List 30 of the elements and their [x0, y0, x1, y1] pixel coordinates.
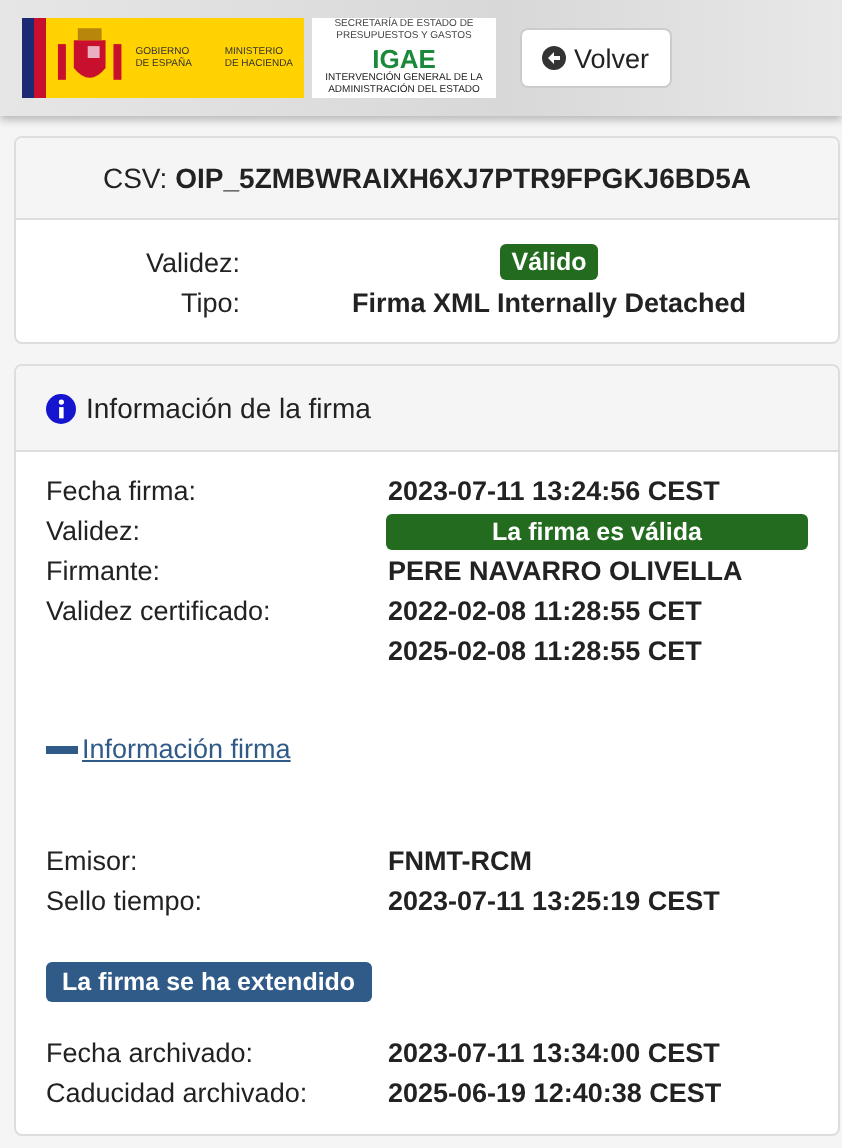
field-label: Fecha archivado:: [46, 1036, 256, 1072]
field-label: Emisor:: [46, 844, 140, 880]
field-value: 2022-02-08 11:28:55 CET: [388, 594, 702, 630]
logo-wordmark: IGAE: [372, 45, 436, 71]
section-title: Información de la firma: [86, 392, 371, 424]
status-badge: Válido: [499, 244, 599, 280]
field-label: Fecha firma:: [46, 474, 199, 510]
status-badge: La firma se ha extendido: [46, 962, 372, 1002]
status-badge: La firma es válida: [386, 514, 808, 550]
field-value: Firma XML Internally Detached: [351, 287, 747, 317]
field-value: 2023-07-11 13:24:56 CEST: [388, 474, 720, 510]
field-value: 2023-07-11 13:25:19 CEST: [388, 884, 720, 920]
csv-heading: CSV: OIP_5ZMBWRAIXH6XJ7PTR9FPGKJ6BD5A: [16, 138, 838, 220]
field-label: Tipo:: [178, 287, 240, 317]
back-button[interactable]: Volver: [520, 28, 672, 88]
toggle-link[interactable]: Información firma: [78, 730, 291, 770]
field-label: Validez:: [143, 247, 240, 277]
field-value: 2025-02-08 11:28:55 CET: [388, 634, 702, 670]
field-label: Validez certificado:: [46, 594, 273, 630]
field-value: 2023-07-11 13:34:00 CEST: [388, 1036, 720, 1072]
back-arrow-icon: [542, 46, 566, 70]
field-label: Validez:: [46, 514, 143, 550]
field-label: Caducidad archivado:: [46, 1076, 310, 1112]
field-value: FNMT-RCM: [388, 844, 532, 880]
flag-icon: [22, 18, 46, 98]
field-value: PERE NAVARRO OLIVELLA: [388, 554, 743, 590]
field-label: Sello tiempo:: [46, 884, 205, 920]
field-value: 2025-06-19 12:40:38 CEST: [388, 1076, 722, 1112]
info-icon: [46, 393, 76, 423]
field-label: Firmante:: [46, 554, 163, 590]
